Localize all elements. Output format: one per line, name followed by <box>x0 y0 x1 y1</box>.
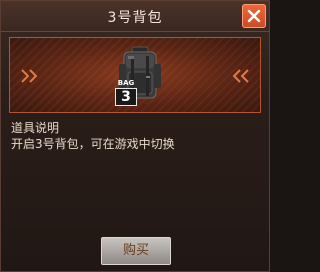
dialog-title: 3号背包 <box>107 10 163 26</box>
item-banner: BAG 3 <box>9 37 261 113</box>
dialog-titlebar: 3号背包 <box>1 1 269 32</box>
item-dialog: 3号背包 BAG 3 道具说明 开启3号背包，可在游戏中切换 购买 <box>0 0 270 272</box>
close-button[interactable] <box>242 4 266 28</box>
close-icon <box>247 9 261 23</box>
chevron-right-icon <box>21 69 38 83</box>
chevron-left-icon <box>232 69 249 83</box>
bag-badge-label: BAG <box>117 79 135 87</box>
description-heading: 道具说明 <box>11 121 60 135</box>
buy-button[interactable]: 购买 <box>101 237 171 265</box>
bag-badge-number: 3 <box>115 88 137 106</box>
description-text: 开启3号背包，可在游戏中切换 <box>11 137 175 151</box>
divider <box>9 161 261 162</box>
